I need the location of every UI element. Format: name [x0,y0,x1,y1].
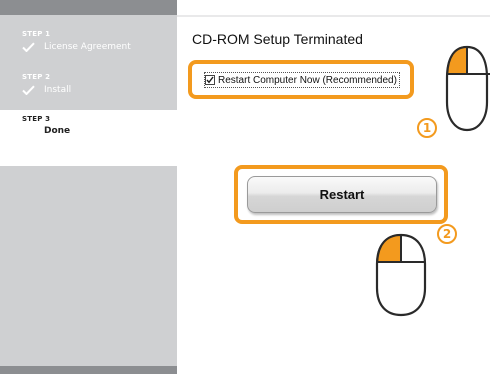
setup-window: STEP 1 License Agreement STEP 2 Install … [0,0,490,374]
page-title: CD-ROM Setup Terminated [192,31,363,47]
mouse-left-click-icon [375,233,427,317]
step-license-agreement: STEP 1 License Agreement [0,30,177,52]
step-number: STEP 3 [22,115,51,123]
sidebar-bottom-bar [0,366,177,374]
restart-button[interactable]: Restart [247,176,437,213]
step-install: STEP 2 Install [0,73,177,95]
step-number: STEP 1 [22,30,51,38]
step-marker-2: 2 [437,224,457,244]
checkmark-icon [22,85,35,95]
checkmark-icon [206,76,214,84]
step-label: Done [44,126,71,136]
checkbox-box[interactable] [205,75,215,85]
checkmark-icon [22,42,35,52]
step-label: License Agreement [44,42,131,52]
step-number: STEP 2 [22,73,51,81]
restart-now-checkbox[interactable]: Restart Computer Now (Recommended) [204,72,400,88]
step-marker-1: 1 [417,118,437,138]
content-top-divider [177,15,490,17]
steps-sidebar: STEP 1 License Agreement STEP 2 Install … [0,0,177,374]
mouse-left-click-icon [445,45,490,132]
step-done: STEP 3 Done [0,110,177,166]
sidebar-top-bar [0,0,177,15]
restart-now-label: Restart Computer Now (Recommended) [218,74,397,86]
step-label: Install [44,85,72,95]
